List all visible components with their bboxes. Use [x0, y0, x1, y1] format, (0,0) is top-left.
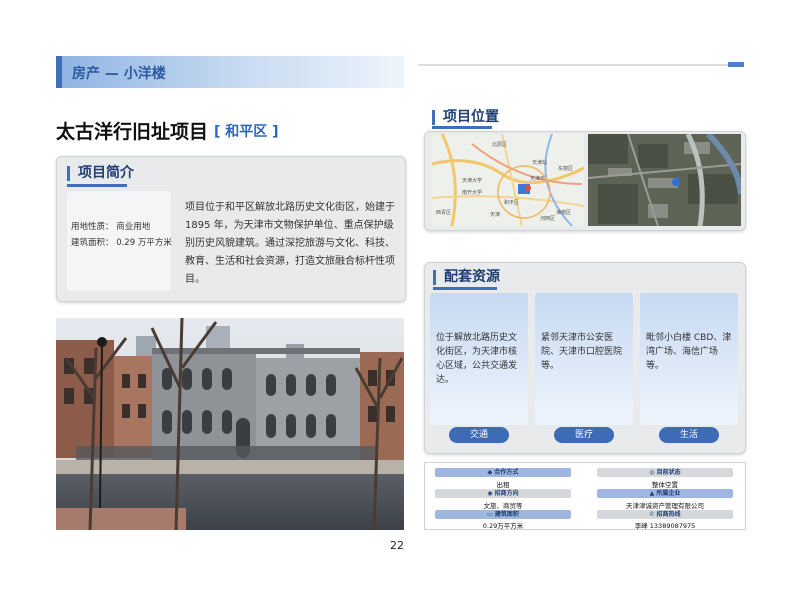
resources-heading-underline	[433, 287, 497, 290]
hotline-value: 李峰 13389087975	[634, 522, 696, 530]
page-number: 22	[390, 539, 404, 552]
map-label: 津南区	[556, 209, 571, 216]
top-divider	[418, 64, 744, 66]
status-value: 整体空置	[652, 481, 678, 489]
section-title: 房产 — 小洋楼	[72, 66, 166, 82]
top-divider-accent	[728, 62, 744, 67]
area-header: ▭ 建筑面积	[435, 510, 571, 519]
resource-transport-text: 位于解放北路历史文化街区，为天津市核心区域，公共交通发达。	[436, 333, 518, 385]
intro-heading: 项目简介	[67, 166, 134, 181]
map-label: 天津大学	[462, 177, 482, 184]
building-area: 建筑面积： 0.29 万平方米	[71, 238, 172, 248]
map-label: 天津市	[530, 175, 545, 182]
attributes-box: 用地性质： 商业用地 建筑面积： 0.29 万平方米	[67, 191, 172, 291]
tag-medical: 医疗	[554, 427, 614, 443]
location-heading: 项目位置	[432, 110, 499, 125]
resources-heading: 配套资源	[433, 270, 500, 285]
map-label: 西青区	[436, 209, 451, 216]
area-label: 建筑面积	[494, 511, 519, 518]
map-label: 天津站	[532, 159, 547, 166]
intro-heading-underline	[67, 184, 127, 187]
resource-medical: 紧邻天津市公安医院、天津市口腔医院等。	[535, 293, 633, 425]
target-icon: ◉	[487, 490, 495, 497]
direction-value: 文旅、商贸等	[483, 502, 523, 510]
map-label: 和平区	[504, 199, 519, 206]
hotline-label: 招商热线	[656, 511, 681, 518]
intro-description: 项目位于和平区解放北路历史文化街区，始建于 1895 年，为天津市文物保护单位、…	[185, 202, 395, 285]
satellite-map	[588, 134, 741, 226]
map-label: 北辰区	[492, 141, 507, 148]
resource-transport: 位于解放北路历史文化街区，为天津市核心区域，公共交通发达。	[430, 293, 528, 425]
map-label: 东丽区	[558, 165, 573, 172]
cooperation-header: ◆ 合作方式	[435, 468, 571, 477]
status-icon: ◎	[649, 469, 657, 476]
info-table: ◆ 合作方式 出租 ◎ 目前状态 整体空置 ◉ 招商方向 文旅、商贸等 ▲ 所属…	[424, 462, 746, 530]
street-map: 北辰区 东丽区 天津站 天津市 和平区 天津 河西区 西青区 津南区 天津大学 …	[432, 134, 584, 226]
phone-icon: ✆	[649, 511, 657, 518]
intro-card: 项目简介 用地性质： 商业用地 建筑面积： 0.29 万平方米 项目位于和平区解…	[56, 156, 406, 302]
hotline-header: ✆ 招商热线	[597, 510, 733, 519]
project-name: 太古洋行旧址项目	[56, 121, 209, 143]
area-value: 0.29万平方米	[482, 522, 524, 530]
section-header: 房产 — 小洋楼	[56, 56, 404, 88]
resource-medical-text: 紧邻天津市公安医院、天津市口腔医院等。	[541, 333, 623, 371]
location-heading-underline	[432, 126, 492, 129]
owner-label: 所属企业	[656, 490, 681, 497]
direction-label: 招商方向	[494, 490, 519, 497]
section-header-accent	[56, 56, 62, 88]
tag-transport: 交通	[449, 427, 509, 443]
owner-header: ▲ 所属企业	[597, 489, 733, 498]
tag-living: 生活	[659, 427, 719, 443]
direction-header: ◉ 招商方向	[435, 489, 571, 498]
building-photo	[56, 318, 404, 530]
resource-living-text: 毗邻小白楼 CBD、津湾广场、海信广场等。	[646, 333, 732, 371]
area-icon: ▭	[487, 511, 495, 518]
map-label: 南开大学	[462, 189, 482, 196]
map-label: 河西区	[540, 215, 555, 222]
owner-value: 天津津诚资产管理有限公司	[626, 502, 704, 510]
land-use: 用地性质： 商业用地	[71, 222, 151, 232]
status-label: 目前状态	[656, 469, 681, 476]
map-label: 天津	[490, 211, 500, 218]
resources-card: 配套资源 位于解放北路历史文化街区，为天津市核心区域，公共交通发达。 紧邻天津市…	[424, 262, 746, 454]
cooperation-value: 出租	[496, 481, 510, 489]
resource-living: 毗邻小白楼 CBD、津湾广场、海信广场等。	[640, 293, 738, 425]
project-district: [ 和平区 ]	[214, 124, 279, 140]
project-title: 太古洋行旧址项目 [ 和平区 ]	[56, 117, 279, 144]
cooperation-label: 合作方式	[494, 469, 519, 476]
status-header: ◎ 目前状态	[597, 468, 733, 477]
